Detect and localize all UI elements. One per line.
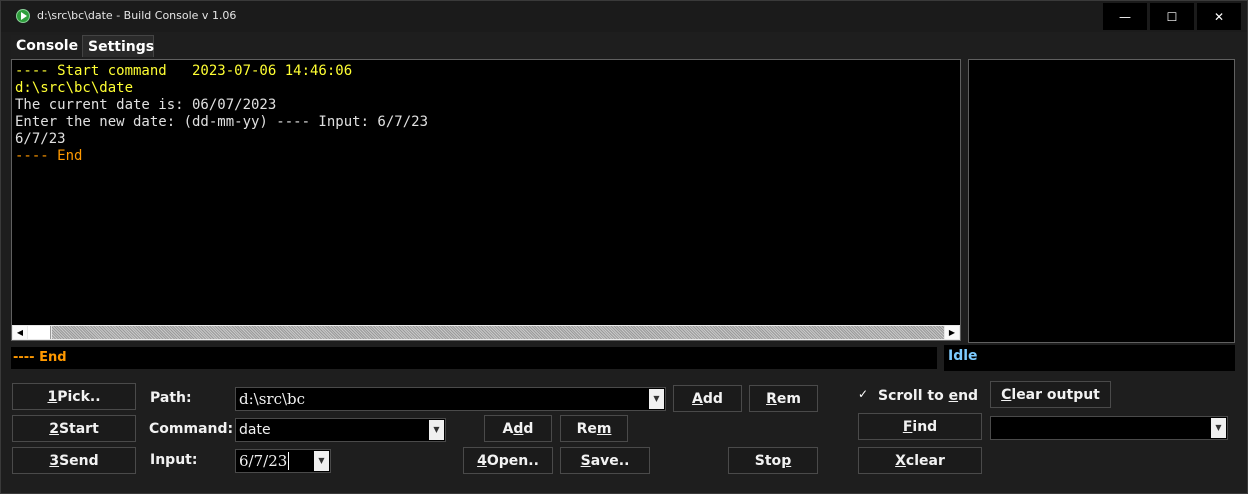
- maximize-button[interactable]: ☐: [1150, 3, 1194, 30]
- input-field[interactable]: 6/7/23 ▼: [235, 449, 331, 473]
- find-input[interactable]: ▼: [990, 416, 1228, 440]
- command-label: Command:: [149, 421, 234, 437]
- path-add-mnemonic: A: [692, 390, 703, 407]
- scrollbar-track[interactable]: [52, 326, 944, 339]
- x-clear-mnemonic: X: [895, 452, 906, 469]
- send-label: Send: [59, 452, 99, 469]
- scroll-to-end-checkbox[interactable]: ✓: [858, 387, 872, 401]
- start-label: Start: [58, 420, 99, 437]
- command-add-button[interactable]: Add: [484, 415, 552, 442]
- stop-button[interactable]: Sto p: [728, 447, 818, 474]
- scroll-to-end-label[interactable]: Scroll to end: [878, 388, 978, 404]
- send-mnemonic: 3: [49, 452, 60, 469]
- scroll-left-icon[interactable]: ◀: [13, 326, 27, 339]
- input-value: 6/7/23: [239, 452, 288, 470]
- x-clear-button[interactable]: X clear: [858, 447, 982, 474]
- command-rem-pre: Re: [576, 420, 597, 437]
- find-dropdown-icon[interactable]: ▼: [1211, 418, 1226, 438]
- minimize-button[interactable]: —: [1103, 3, 1147, 30]
- close-button[interactable]: ✕: [1197, 3, 1241, 30]
- last-line-status: ---- End: [11, 347, 937, 369]
- side-output-panel: [968, 59, 1235, 343]
- x-clear-post: clear: [905, 452, 945, 469]
- window-title: d:\src\bc\date - Build Console v 1.06: [37, 9, 237, 22]
- tab-console[interactable]: Console: [11, 35, 81, 57]
- console-line: d:\src\bc\date: [15, 80, 134, 96]
- open-mnemonic: 4: [477, 452, 487, 469]
- tab-settings[interactable]: Settings: [82, 35, 154, 57]
- stop-pre: Sto: [754, 452, 782, 469]
- path-label: Path:: [150, 390, 192, 406]
- console-output[interactable]: ---- Start command 2023-07-06 14:46:06 d:…: [11, 59, 961, 341]
- path-input[interactable]: d:\src\bc ▼: [235, 387, 666, 411]
- command-add-mnemonic: d: [513, 420, 524, 437]
- scrollbar-segment: [28, 326, 51, 339]
- run-state-status: Idle: [944, 345, 1235, 371]
- input-label: Input:: [150, 452, 198, 468]
- find-post: ind: [912, 418, 938, 435]
- console-horizontal-scrollbar[interactable]: ◀ ▶: [12, 325, 960, 340]
- clear-output-post: lear output: [1011, 386, 1100, 403]
- text-cursor: [288, 452, 290, 470]
- command-add-pre: A: [502, 420, 514, 437]
- start-button[interactable]: 2 Start: [12, 415, 136, 442]
- title-bar: d:\src\bc\date - Build Console v 1.06 — …: [1, 1, 1247, 32]
- path-add-button[interactable]: Add: [673, 385, 742, 412]
- scroll-to-end-post: nd: [958, 388, 979, 404]
- scroll-right-icon[interactable]: ▶: [945, 326, 959, 339]
- input-dropdown-icon[interactable]: ▼: [314, 451, 329, 471]
- save-post: ave..: [590, 452, 630, 469]
- save-button[interactable]: Save..: [560, 447, 650, 474]
- path-rem-button[interactable]: Rem: [749, 385, 818, 412]
- clear-output-mnemonic: C: [1001, 386, 1012, 403]
- console-line: The current date is: 06/07/2023: [15, 97, 277, 113]
- command-rem-button[interactable]: Re m: [560, 415, 628, 442]
- console-line: 6/7/23: [15, 131, 66, 147]
- scroll-to-end-mnemonic: e: [948, 388, 959, 404]
- start-mnemonic: 2: [49, 420, 59, 437]
- command-input[interactable]: date ▼: [235, 418, 446, 442]
- save-mnemonic: S: [580, 452, 591, 469]
- open-button[interactable]: 4 Open..: [463, 447, 553, 474]
- stop-mnemonic: p: [781, 452, 792, 469]
- command-rem-mnemonic: m: [596, 420, 612, 437]
- open-label: Open..: [486, 452, 539, 469]
- path-rem-post: em: [776, 390, 801, 407]
- send-button[interactable]: 3 Send: [12, 447, 136, 474]
- build-console-window: d:\src\bc\date - Build Console v 1.06 — …: [0, 0, 1248, 494]
- path-dropdown-icon[interactable]: ▼: [649, 389, 664, 409]
- path-add-post: dd: [702, 390, 723, 407]
- scroll-to-end-pre: Scroll to: [878, 388, 949, 404]
- pick-button[interactable]: 1 Pick..: [12, 383, 136, 410]
- pick-label: Pick..: [57, 388, 101, 405]
- pick-mnemonic: 1: [47, 388, 58, 405]
- command-add-post: d: [523, 420, 534, 437]
- check-mark-icon: ✓: [858, 387, 869, 401]
- path-value: d:\src\bc: [239, 390, 306, 408]
- app-play-icon: [16, 9, 30, 23]
- command-value: date: [239, 422, 271, 438]
- path-rem-mnemonic: R: [766, 390, 777, 407]
- console-line: ---- End: [15, 148, 83, 164]
- console-line: ---- Start command 2023-07-06 14:46:06: [15, 63, 353, 79]
- find-button[interactable]: Find: [858, 413, 982, 440]
- command-dropdown-icon[interactable]: ▼: [429, 420, 444, 440]
- find-mnemonic: F: [902, 418, 913, 435]
- console-line: Enter the new date: (dd-mm-yy) ---- Inpu…: [15, 114, 429, 130]
- clear-output-button[interactable]: Clear output: [990, 381, 1111, 408]
